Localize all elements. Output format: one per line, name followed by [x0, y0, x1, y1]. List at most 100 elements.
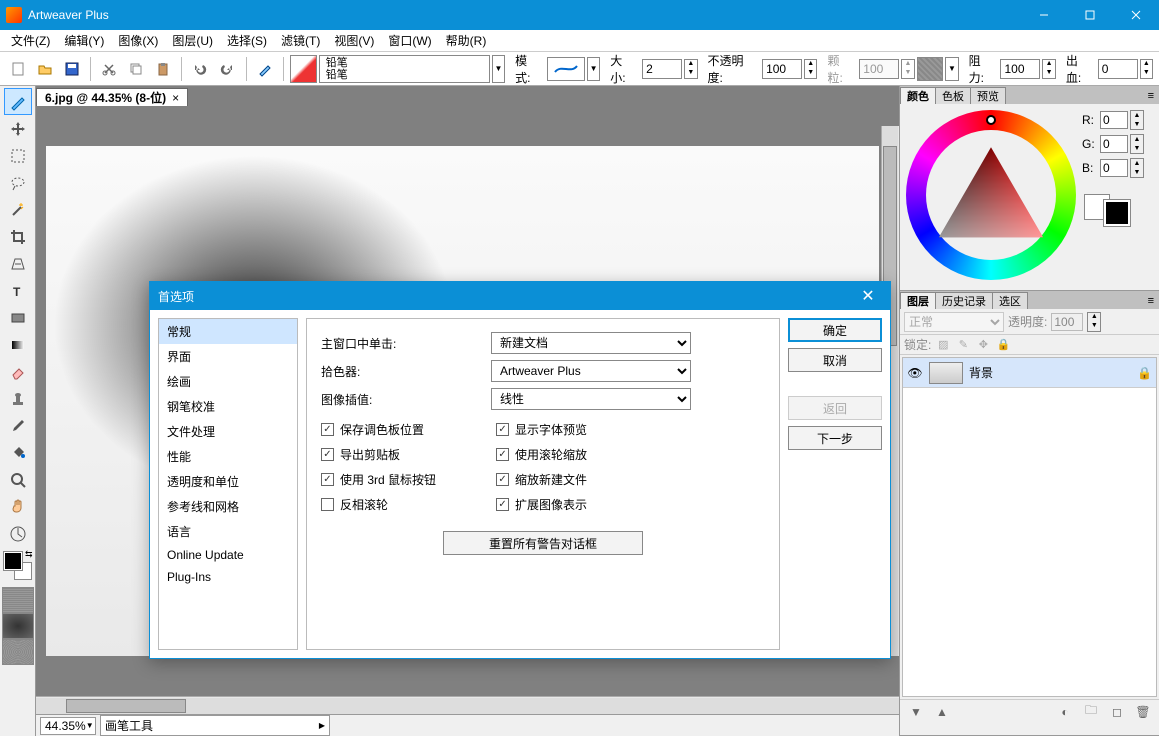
- color-triangle[interactable]: [931, 142, 1051, 252]
- panel-fg-swatch[interactable]: [1104, 200, 1130, 226]
- eyedropper-tool[interactable]: [4, 412, 32, 439]
- brush-preset-swatch[interactable]: [290, 55, 317, 83]
- stamp-tool[interactable]: [4, 385, 32, 412]
- redo-button[interactable]: [215, 56, 240, 82]
- canvas-viewport[interactable]: 首选项 ✕ 常规 界面 绘画 钢笔校准 文件处理 性能 透明度和单位 参考线和网…: [36, 106, 899, 696]
- chk-invert-wheel[interactable]: 反相滚轮: [321, 496, 436, 513]
- lasso-tool[interactable]: [4, 169, 32, 196]
- layer-nav-down-icon[interactable]: ▼: [906, 703, 926, 721]
- new-layer-icon[interactable]: ◻: [1107, 703, 1127, 721]
- resat-spinner[interactable]: ▲▼: [1042, 59, 1055, 79]
- colorpicker-select[interactable]: Artweaver Plus: [491, 360, 691, 382]
- opacity-input[interactable]: [762, 59, 802, 79]
- window-minimize-button[interactable]: [1021, 0, 1067, 30]
- grain-texture-swatch[interactable]: [917, 57, 944, 81]
- chk-font-preview[interactable]: ✓显示字体预览: [496, 421, 587, 438]
- chk-save-palette[interactable]: ✓保存调色板位置: [321, 421, 436, 438]
- brush-name-box[interactable]: 铅笔 铅笔: [319, 55, 490, 83]
- bleed-input[interactable]: [1098, 59, 1138, 79]
- swap-colors-icon[interactable]: ⇆: [25, 549, 33, 560]
- size-spinner[interactable]: ▲▼: [684, 59, 697, 79]
- pref-cat-plugins[interactable]: Plug-Ins: [159, 566, 297, 588]
- layer-list[interactable]: 👁 背景 🔒: [902, 357, 1157, 697]
- pref-cat-general[interactable]: 常规: [159, 319, 297, 344]
- panel-menu-icon[interactable]: ≡: [1142, 292, 1159, 309]
- mode-dropdown-button[interactable]: ▼: [587, 57, 600, 81]
- tab-selection[interactable]: 选区: [992, 292, 1028, 309]
- pref-cat-painting[interactable]: 绘画: [159, 369, 297, 394]
- copy-button[interactable]: [124, 56, 149, 82]
- layer-row[interactable]: 👁 背景 🔒: [903, 358, 1156, 388]
- g-spinner[interactable]: ▲▼: [1130, 134, 1144, 154]
- document-tab[interactable]: 6.jpg @ 44.35% (8-位) ×: [36, 88, 188, 106]
- pref-cat-guides[interactable]: 参考线和网格: [159, 494, 297, 519]
- pref-cat-transparency[interactable]: 透明度和单位: [159, 469, 297, 494]
- group-layers-icon[interactable]: 🗀: [1081, 703, 1101, 721]
- menu-select[interactable]: 选择(S): [220, 30, 274, 51]
- panel-color-swatch[interactable]: [1082, 192, 1132, 228]
- menu-window[interactable]: 窗口(W): [381, 30, 438, 51]
- move-tool[interactable]: [4, 115, 32, 142]
- pref-cat-update[interactable]: Online Update: [159, 544, 297, 566]
- chk-third-mouse[interactable]: ✓使用 3rd 鼠标按钮: [321, 471, 436, 488]
- pref-cat-performance[interactable]: 性能: [159, 444, 297, 469]
- layer-nav-up-icon[interactable]: ▲: [932, 703, 952, 721]
- lock-all-icon[interactable]: 🔒: [995, 337, 1011, 353]
- paper-preset-2[interactable]: [2, 613, 34, 639]
- shape-tool[interactable]: [4, 304, 32, 331]
- text-tool[interactable]: T: [4, 277, 32, 304]
- size-input[interactable]: [642, 59, 682, 79]
- gradient-tool[interactable]: [4, 331, 32, 358]
- foreground-background-colors[interactable]: ⇆: [3, 551, 33, 581]
- cut-button[interactable]: [97, 56, 122, 82]
- stroke-mode-selector[interactable]: [547, 57, 585, 81]
- menu-edit[interactable]: 编辑(Y): [57, 30, 111, 51]
- pref-cat-language[interactable]: 语言: [159, 519, 297, 544]
- wand-tool[interactable]: [4, 196, 32, 223]
- pref-cat-pen[interactable]: 钢笔校准: [159, 394, 297, 419]
- tab-layers[interactable]: 图层: [900, 292, 936, 309]
- hue-marker[interactable]: [986, 115, 996, 125]
- foreground-color-swatch[interactable]: [4, 552, 22, 570]
- layer-thumbnail[interactable]: [929, 362, 963, 384]
- save-file-button[interactable]: [59, 56, 84, 82]
- marquee-tool[interactable]: [4, 142, 32, 169]
- menu-image[interactable]: 图像(X): [111, 30, 165, 51]
- chk-zoom-newfile[interactable]: ✓缩放新建文件: [496, 471, 587, 488]
- menu-filter[interactable]: 滤镜(T): [274, 30, 327, 51]
- pref-cat-filehandling[interactable]: 文件处理: [159, 419, 297, 444]
- menu-view[interactable]: 视图(V): [327, 30, 381, 51]
- chk-extended-image[interactable]: ✓扩展图像表示: [496, 496, 587, 513]
- layer-visibility-icon[interactable]: 👁: [907, 366, 923, 380]
- tab-swatches[interactable]: 色板: [935, 87, 971, 104]
- open-file-button[interactable]: [33, 56, 58, 82]
- paper-preset-3[interactable]: [2, 639, 34, 665]
- b-spinner[interactable]: ▲▼: [1130, 158, 1144, 178]
- add-mask-icon[interactable]: ◐: [1055, 703, 1075, 721]
- zoom-indicator[interactable]: 44.35%▼: [40, 717, 96, 735]
- bucket-tool[interactable]: [4, 439, 32, 466]
- cancel-button[interactable]: 取消: [788, 348, 882, 372]
- delete-layer-icon[interactable]: 🗑: [1133, 703, 1153, 721]
- panel-menu-icon[interactable]: ≡: [1142, 87, 1159, 104]
- opacity-spinner[interactable]: ▲▼: [804, 59, 817, 79]
- lock-transparency-icon[interactable]: ▨: [935, 337, 951, 353]
- r-spinner[interactable]: ▲▼: [1130, 110, 1144, 130]
- mainwindow-click-select[interactable]: 新建文档: [491, 332, 691, 354]
- menu-file[interactable]: 文件(Z): [4, 30, 57, 51]
- crop-tool[interactable]: [4, 223, 32, 250]
- interpolation-select[interactable]: 线性: [491, 388, 691, 410]
- menu-layer[interactable]: 图层(U): [165, 30, 220, 51]
- reset-warnings-button[interactable]: 重置所有警告对话框: [443, 531, 643, 555]
- ok-button[interactable]: 确定: [788, 318, 882, 342]
- hand-tool[interactable]: [4, 493, 32, 520]
- zoom-tool[interactable]: [4, 466, 32, 493]
- perspective-tool[interactable]: [4, 250, 32, 277]
- undo-button[interactable]: [188, 56, 213, 82]
- brush-tool-indicator[interactable]: [252, 56, 277, 82]
- dialog-close-button[interactable]: ✕: [854, 282, 882, 310]
- lock-move-icon[interactable]: ✥: [975, 337, 991, 353]
- chk-wheel-zoom[interactable]: ✓使用滚轮缩放: [496, 446, 587, 463]
- r-input[interactable]: [1100, 111, 1128, 129]
- tab-preview[interactable]: 预览: [970, 87, 1006, 104]
